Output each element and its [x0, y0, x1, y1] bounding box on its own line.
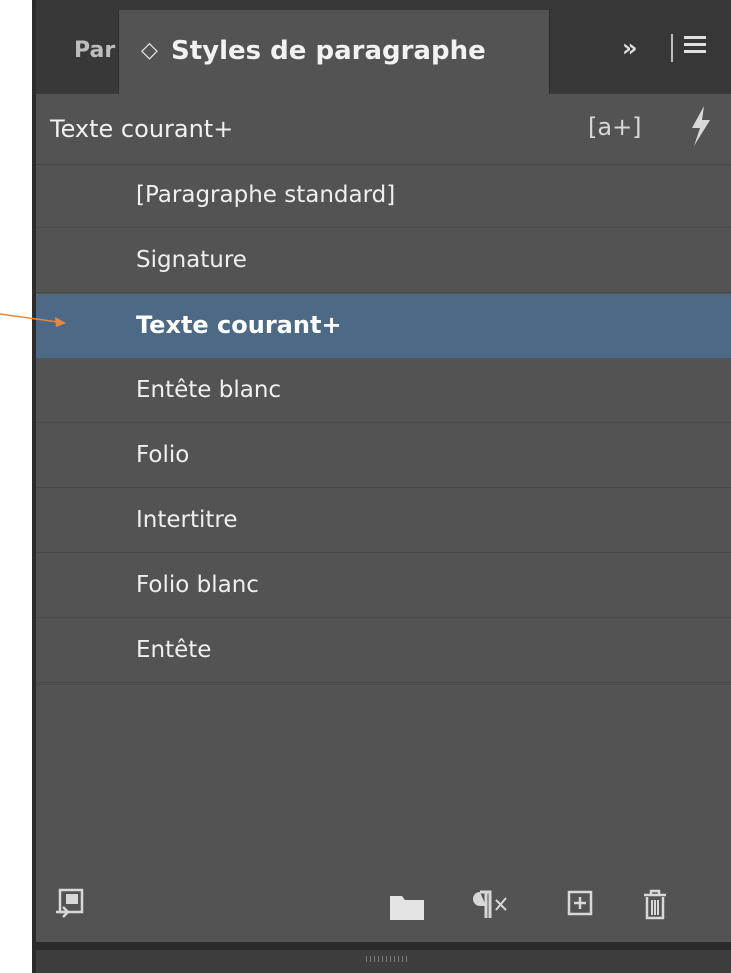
- style-row[interactable]: Entête: [36, 619, 731, 683]
- panel-footer: [36, 866, 731, 942]
- style-row-label: [Paragraphe standard]: [136, 182, 396, 208]
- style-row[interactable]: Folio blanc: [36, 554, 731, 618]
- style-row-label: Folio: [136, 442, 190, 468]
- load-styles-icon[interactable]: [54, 888, 86, 922]
- tab-paragraph[interactable]: Par: [36, 10, 118, 92]
- list-end-divider: [36, 684, 731, 685]
- style-row-label: Entête blanc: [136, 377, 282, 403]
- updown-chevron-icon[interactable]: ◇: [141, 36, 158, 66]
- pilcrow-clear-icon[interactable]: [466, 888, 510, 922]
- folder-icon[interactable]: [388, 892, 426, 922]
- style-row[interactable]: Texte courant+: [36, 294, 731, 358]
- style-row[interactable]: Intertitre: [36, 489, 731, 553]
- style-row[interactable]: [Paragraphe standard]: [36, 164, 731, 228]
- style-row-label: Intertitre: [136, 507, 238, 533]
- lightning-icon[interactable]: [684, 104, 716, 148]
- tab-paragraph-styles[interactable]: ◇ Styles de paragraphe: [118, 10, 550, 94]
- style-row-label: Signature: [136, 247, 247, 273]
- more-tabs-icon[interactable]: »: [622, 34, 638, 62]
- style-row-label: Entête: [136, 637, 212, 663]
- panel-content: Texte courant+ [a+] [Paragraphe standard…: [36, 94, 731, 942]
- style-row-label: Folio blanc: [136, 572, 259, 598]
- tab-title: Styles de paragraphe: [171, 36, 486, 66]
- style-row[interactable]: Folio: [36, 424, 731, 488]
- trash-icon[interactable]: [640, 888, 670, 922]
- a-plus-icon[interactable]: [a+]: [588, 110, 642, 144]
- style-row[interactable]: Signature: [36, 229, 731, 293]
- panel-bottom-divider: [36, 942, 731, 950]
- current-style-bar: Texte courant+ [a+]: [36, 94, 731, 165]
- style-row-label: Texte courant+: [136, 311, 342, 339]
- tab-separator: [671, 34, 673, 62]
- annotation-arrow: [0, 313, 66, 327]
- current-style-label: Texte courant+: [50, 115, 234, 143]
- hamburger-icon[interactable]: [684, 36, 706, 58]
- plus-box-icon[interactable]: [566, 888, 596, 920]
- style-row[interactable]: Entête blanc: [36, 359, 731, 423]
- resize-bar[interactable]: [36, 950, 731, 973]
- resize-grip-icon[interactable]: [366, 956, 410, 962]
